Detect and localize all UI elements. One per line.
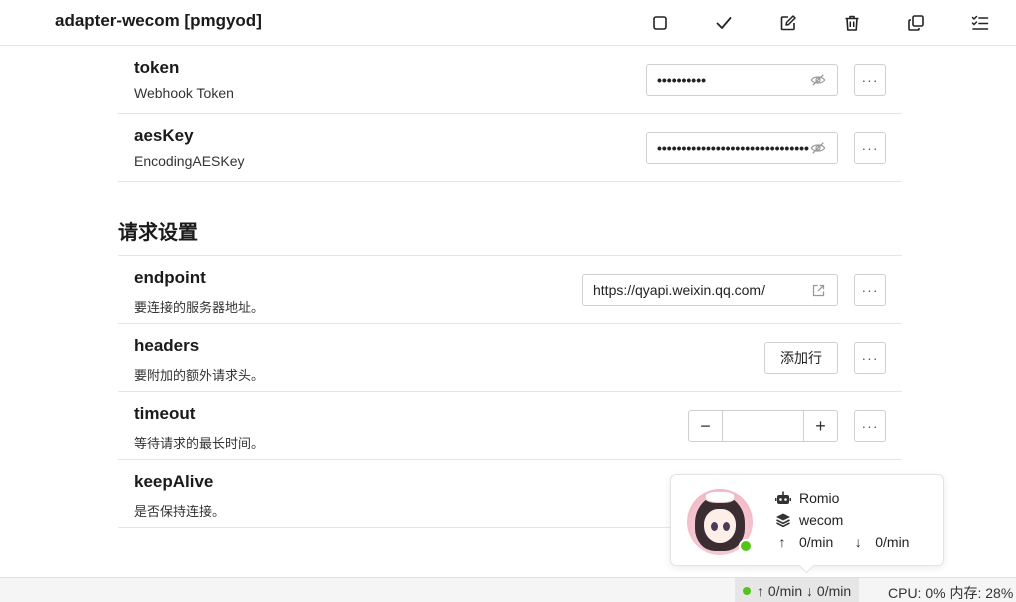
aeskey-input[interactable]: ••••••••••••••••••••••••••••••••••••••••…: [646, 132, 838, 164]
setting-row-token: token Webhook Token •••••••••• ···: [118, 46, 902, 114]
headers-more-button[interactable]: ···: [854, 342, 886, 374]
page-title: adapter-wecom [pmgyod]: [55, 11, 262, 30]
network-status[interactable]: ↑ 0/min ↓ 0/min: [735, 578, 860, 602]
token-value: ••••••••••: [657, 72, 707, 88]
resource-usage: CPU: 0% 内存: 28%: [888, 585, 1014, 601]
arrow-up-icon: ↑: [778, 534, 786, 550]
bot-name-row: Romio: [775, 490, 839, 506]
decrement-button[interactable]: −: [689, 411, 722, 441]
eye-off-icon[interactable]: [809, 71, 827, 89]
aeskey-more-button[interactable]: ···: [854, 132, 886, 164]
bot-status-popover: Romio wecom ↑ 0/min ↓ 0/min: [670, 474, 944, 566]
add-row-button[interactable]: 添加行: [764, 342, 838, 374]
setting-name: timeout: [134, 404, 196, 423]
setting-name: keepAlive: [134, 472, 214, 491]
edit-icon: [780, 15, 796, 31]
setting-description: 等待请求的最长时间。: [134, 436, 265, 451]
setting-name: aesKey: [134, 126, 194, 145]
setting-row-endpoint: endpoint 要连接的服务器地址。 https://qyapi.weixin…: [118, 256, 902, 324]
trash-icon: [845, 15, 859, 31]
arrow-down-icon: ↓: [854, 534, 862, 550]
setting-description: 要连接的服务器地址。: [134, 300, 265, 315]
setting-row-headers: headers 要附加的额外请求头。 添加行 ···: [118, 324, 902, 392]
setting-row-timeout: timeout 等待请求的最长时间。 − + ···: [118, 392, 902, 460]
endpoint-more-button[interactable]: ···: [854, 274, 886, 306]
check-icon: [716, 17, 732, 29]
edit-button[interactable]: [772, 7, 804, 39]
copy-button[interactable]: [900, 7, 932, 39]
setting-name: endpoint: [134, 268, 206, 287]
timeout-stepper: − +: [688, 410, 838, 442]
setting-description: Webhook Token: [134, 85, 234, 101]
endpoint-input[interactable]: https://qyapi.weixin.qq.com/: [582, 274, 838, 306]
aeskey-value: ••••••••••••••••••••••••••••••••••••••••…: [657, 140, 809, 156]
setting-description: EncodingAESKey: [134, 153, 245, 169]
timeout-more-button[interactable]: ···: [854, 410, 886, 442]
square-icon: [653, 16, 667, 30]
eye-off-icon[interactable]: [809, 139, 827, 157]
receive-rate: 0/min: [875, 534, 910, 550]
checklist-button[interactable]: [964, 7, 996, 39]
token-more-button[interactable]: ···: [854, 64, 886, 96]
setting-description: 是否保持连接。: [134, 504, 226, 519]
status-dot: [743, 586, 751, 595]
section-title: 请求设置: [118, 222, 198, 244]
checklist-icon: [971, 15, 989, 30]
network-rates: ↑ 0/min ↓ 0/min: [757, 582, 852, 599]
setting-description: 要附加的额外请求头。: [134, 368, 265, 383]
section-heading: 请求设置: [118, 182, 902, 256]
timeout-input[interactable]: [722, 411, 804, 441]
send-rate: 0/min: [799, 534, 834, 550]
increment-button[interactable]: +: [804, 411, 837, 441]
endpoint-value: https://qyapi.weixin.qq.com/: [593, 282, 765, 298]
layers-icon: [776, 513, 790, 528]
apply-button[interactable]: [708, 7, 740, 39]
stop-button[interactable]: [644, 7, 676, 39]
bot-rates-row: ↑ 0/min ↓ 0/min: [775, 534, 910, 550]
delete-button[interactable]: [836, 7, 868, 39]
settings-form: token Webhook Token •••••••••• ··· aesKe…: [118, 46, 902, 528]
status-bar: ↑ 0/min ↓ 0/min CPU: 0% 内存: 28%: [0, 577, 1016, 602]
online-status-dot: [739, 539, 753, 553]
bot-platform-row: wecom: [775, 512, 843, 528]
token-input[interactable]: ••••••••••: [646, 64, 838, 96]
bot-platform: wecom: [799, 512, 844, 528]
external-link-icon[interactable]: [809, 281, 827, 299]
bot-name: Romio: [799, 490, 840, 506]
setting-name: token: [134, 58, 180, 77]
copy-icon: [908, 15, 924, 31]
setting-name: headers: [134, 336, 200, 355]
setting-row-aeskey: aesKey EncodingAESKey ••••••••••••••••••…: [118, 114, 902, 182]
robot-icon: [775, 491, 791, 504]
header-bar: adapter-wecom [pmgyod]: [0, 0, 1016, 46]
